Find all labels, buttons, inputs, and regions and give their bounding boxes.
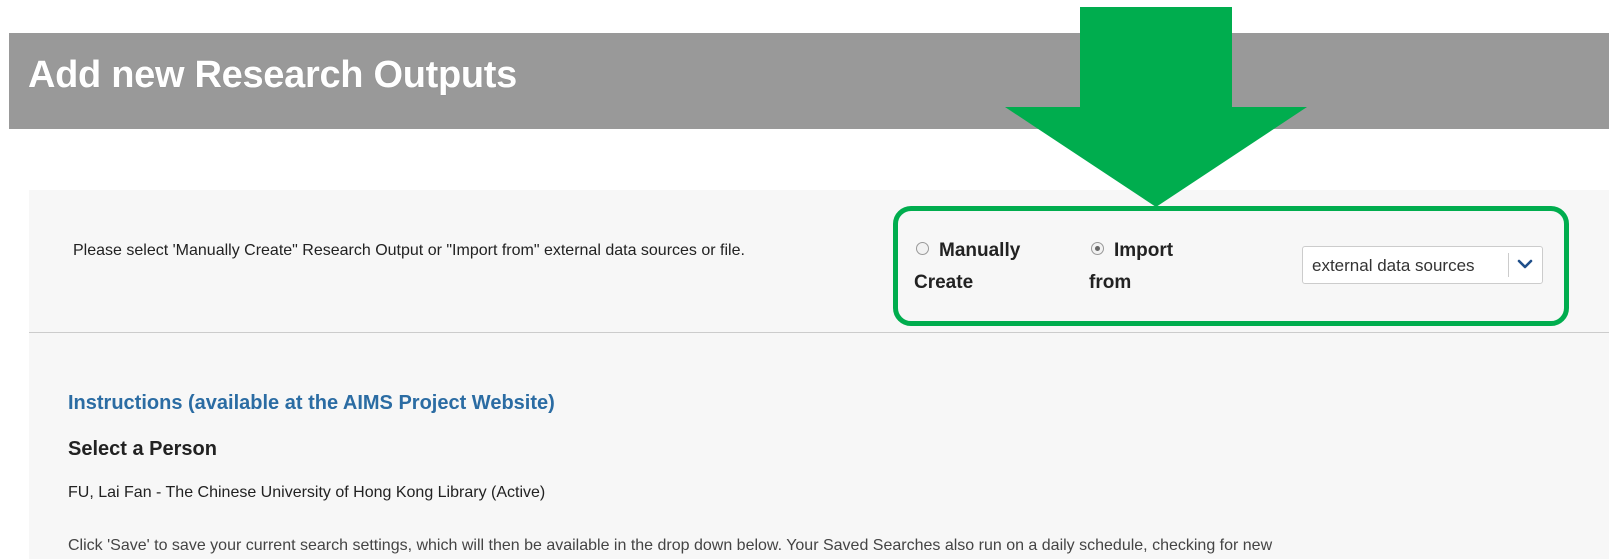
- search-panel: [29, 333, 1609, 559]
- selected-person: FU, Lai Fan - The Chinese University of …: [68, 484, 546, 501]
- select-person-heading: Select a Person: [68, 438, 217, 460]
- create-mode-prompt: Please select 'Manually Create" Research…: [73, 242, 745, 259]
- save-search-note: Click 'Save' to save your current search…: [68, 537, 1273, 554]
- down-arrow-icon: [1005, 7, 1307, 207]
- page-header: Add new Research Outputs: [9, 33, 1609, 129]
- page-title: Add new Research Outputs: [28, 54, 517, 96]
- instructions-link[interactable]: Instructions (available at the AIMS Proj…: [68, 392, 555, 415]
- highlight-box: [893, 206, 1569, 326]
